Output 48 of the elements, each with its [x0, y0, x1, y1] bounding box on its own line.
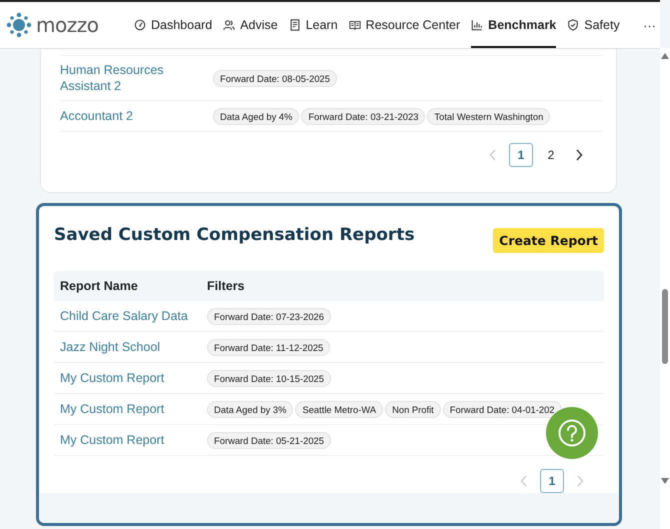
nav-tab[interactable]: Advise [223, 2, 278, 48]
filter-tag: Data Aged by 4% [213, 108, 300, 124]
gauge-icon [134, 19, 146, 31]
scrollbar[interactable] [660, 48, 670, 529]
report-link[interactable]: Accountant 2 [60, 108, 213, 124]
filter-tag: Forward Date: 11-12-2025 [207, 338, 330, 356]
people-icon [223, 19, 236, 31]
book-icon [348, 19, 361, 31]
nav-tab[interactable]: Learn [288, 2, 338, 48]
filter-tag: Forward Date: 10-15-2025 [207, 370, 331, 386]
page-button[interactable]: 1 [540, 469, 564, 493]
report-link[interactable]: My Custom Report [54, 370, 207, 386]
page-button[interactable]: 1 [509, 143, 533, 167]
scroll-down-icon[interactable] [661, 478, 669, 484]
nav-tab[interactable]: Dashboard [134, 2, 212, 48]
filter-tag: Seattle Metro-WA [295, 400, 384, 418]
column-header: Report Name [59, 279, 139, 293]
chevron-right-icon [575, 149, 583, 161]
logo-icon [6, 12, 32, 38]
nav-tab[interactable]: Safety [567, 2, 620, 48]
column-header: Filters [207, 279, 245, 293]
chevron-left-icon [520, 475, 528, 487]
nav-tab[interactable]: Resource Center [348, 2, 460, 48]
filter-tag: Forward Date: 08-05-2025 [213, 70, 337, 86]
scrollbar-thumb[interactable] [662, 289, 668, 364]
report-link[interactable]: Child Care Salary Data [54, 308, 207, 324]
filter-tag: Forward Date: 04-01-202 [442, 400, 562, 418]
chevron-left-icon [489, 149, 497, 161]
create-report-button[interactable]: Create Report [493, 228, 604, 253]
question-mark-icon [557, 418, 587, 448]
report-link[interactable]: My Custom Report [54, 432, 207, 448]
filter-tag: Non Profit [385, 400, 441, 418]
report-link[interactable]: Human Resources Assistant 2 [60, 62, 213, 94]
logo-wordmark[interactable]: mozzo [36, 13, 98, 37]
section-title: Saved Custom Compensation Reports [54, 225, 415, 245]
filter-tag: Forward Date: 03-21-2023 [301, 108, 426, 124]
scroll-up-icon[interactable] [661, 53, 669, 59]
filter-tag: Forward Date: 05-21-2025 [207, 432, 331, 448]
filter-tag: Total Western Washington [427, 108, 550, 124]
shield-check-icon [567, 19, 580, 31]
document-icon [288, 19, 301, 31]
more-menu-button[interactable]: ··· [643, 18, 656, 32]
filter-tag: Forward Date: 07-23-2026 [207, 308, 331, 324]
bar-chart-icon [471, 19, 484, 31]
chevron-right-icon [576, 475, 584, 487]
filter-tag: Data Aged by 3% [207, 400, 294, 418]
report-link[interactable]: Jazz Night School [54, 339, 207, 355]
report-link[interactable]: My Custom Report [54, 401, 207, 417]
